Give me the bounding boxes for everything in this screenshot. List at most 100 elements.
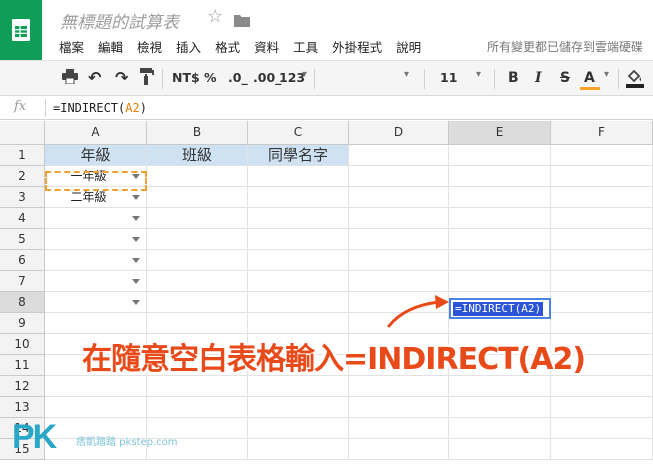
- cell-c1[interactable]: 同學名字: [248, 145, 349, 166]
- cell-c13[interactable]: [248, 397, 349, 418]
- font-family-dropdown[interactable]: ▾: [404, 69, 409, 80]
- cell-b7[interactable]: [147, 271, 248, 292]
- cell-e12[interactable]: [449, 376, 551, 397]
- dropdown-arrow-icon[interactable]: [132, 216, 140, 221]
- cell-c15[interactable]: [248, 439, 349, 460]
- row-header-8[interactable]: 8: [0, 292, 45, 313]
- row-header-3[interactable]: 3: [0, 187, 45, 208]
- cell-a2[interactable]: 一年級: [45, 166, 147, 187]
- italic-button[interactable]: I: [535, 70, 542, 86]
- cell-f6[interactable]: [551, 250, 653, 271]
- cell-d6[interactable]: [349, 250, 449, 271]
- dropdown-arrow-icon[interactable]: [132, 174, 140, 179]
- cell-c2[interactable]: [248, 166, 349, 187]
- cell-e7[interactable]: [449, 271, 551, 292]
- cell-c5[interactable]: [248, 229, 349, 250]
- cell-a6[interactable]: [45, 250, 147, 271]
- document-title[interactable]: 無標題的試算表: [60, 8, 179, 33]
- cell-f13[interactable]: [551, 397, 653, 418]
- active-cell-editor[interactable]: =INDIRECT(A2): [453, 302, 544, 316]
- row-header-1[interactable]: 1: [0, 145, 45, 166]
- cell-c12[interactable]: [248, 376, 349, 397]
- menu-edit[interactable]: 編輯: [98, 37, 123, 56]
- cell-f14[interactable]: [551, 418, 653, 439]
- percent-format-button[interactable]: %: [204, 70, 217, 85]
- cell-f1[interactable]: [551, 145, 653, 166]
- cell-d3[interactable]: [349, 187, 449, 208]
- chevron-down-icon[interactable]: ▾: [302, 69, 307, 80]
- column-header-e[interactable]: E: [449, 121, 551, 145]
- increase-decimal-button[interactable]: .00_: [253, 70, 281, 85]
- cell-c4[interactable]: [248, 208, 349, 229]
- folder-icon[interactable]: [234, 12, 250, 31]
- active-cell-e8[interactable]: =INDIRECT(A2): [449, 298, 551, 319]
- cell-c9[interactable]: [248, 313, 349, 334]
- cell-b12[interactable]: [147, 376, 248, 397]
- cell-d14[interactable]: [349, 418, 449, 439]
- column-header-b[interactable]: B: [147, 121, 248, 145]
- dropdown-arrow-icon[interactable]: [132, 300, 140, 305]
- cell-a13[interactable]: [45, 397, 147, 418]
- cell-e4[interactable]: [449, 208, 551, 229]
- paint-format-icon[interactable]: [140, 68, 154, 88]
- cell-a8[interactable]: [45, 292, 147, 313]
- redo-icon[interactable]: ↷: [115, 68, 128, 87]
- menu-format[interactable]: 格式: [215, 37, 240, 56]
- cell-f12[interactable]: [551, 376, 653, 397]
- cell-f3[interactable]: [551, 187, 653, 208]
- row-header-11[interactable]: 11: [0, 355, 45, 376]
- cell-e15[interactable]: [449, 439, 551, 460]
- cell-a7[interactable]: [45, 271, 147, 292]
- row-header-2[interactable]: 2: [0, 166, 45, 187]
- cell-b2[interactable]: [147, 166, 248, 187]
- print-icon[interactable]: [62, 69, 78, 87]
- cell-f15[interactable]: [551, 439, 653, 460]
- cell-a4[interactable]: [45, 208, 147, 229]
- save-status[interactable]: 所有變更都已儲存到雲端硬碟: [487, 38, 643, 55]
- fill-color-icon[interactable]: [626, 68, 644, 91]
- sheets-logo-icon[interactable]: [0, 0, 42, 60]
- cell-b1[interactable]: 班級: [147, 145, 248, 166]
- cell-b6[interactable]: [147, 250, 248, 271]
- cell-e1[interactable]: [449, 145, 551, 166]
- bold-button[interactable]: B: [508, 70, 519, 86]
- row-header-9[interactable]: 9: [0, 313, 45, 334]
- dropdown-arrow-icon[interactable]: [132, 279, 140, 284]
- cell-b5[interactable]: [147, 229, 248, 250]
- column-header-c[interactable]: C: [248, 121, 349, 145]
- column-header-f[interactable]: F: [551, 121, 653, 145]
- menu-tools[interactable]: 工具: [293, 37, 318, 56]
- cell-d1[interactable]: [349, 145, 449, 166]
- cell-e13[interactable]: [449, 397, 551, 418]
- decrease-decimal-button[interactable]: .0_: [228, 70, 248, 85]
- strikethrough-button[interactable]: S: [560, 70, 570, 86]
- cell-f9[interactable]: [551, 313, 653, 334]
- cell-d15[interactable]: [349, 439, 449, 460]
- cell-b3[interactable]: [147, 187, 248, 208]
- font-size-dropdown[interactable]: 11: [440, 70, 457, 85]
- cell-b13[interactable]: [147, 397, 248, 418]
- menu-insert[interactable]: 插入: [176, 37, 201, 56]
- cell-a1[interactable]: 年級: [45, 145, 147, 166]
- chevron-down-icon[interactable]: ▾: [604, 69, 609, 80]
- chevron-down-icon[interactable]: ▾: [476, 69, 481, 80]
- cell-c3[interactable]: [248, 187, 349, 208]
- dropdown-arrow-icon[interactable]: [132, 237, 140, 242]
- cell-d2[interactable]: [349, 166, 449, 187]
- menu-data[interactable]: 資料: [254, 37, 279, 56]
- row-header-10[interactable]: 10: [0, 334, 45, 355]
- cell-c6[interactable]: [248, 250, 349, 271]
- cell-d4[interactable]: [349, 208, 449, 229]
- column-header-d[interactable]: D: [349, 121, 449, 145]
- menu-file[interactable]: 檔案: [59, 37, 84, 56]
- cell-e14[interactable]: [449, 418, 551, 439]
- dropdown-arrow-icon[interactable]: [132, 195, 140, 200]
- cell-e5[interactable]: [449, 229, 551, 250]
- menu-help[interactable]: 說明: [396, 37, 421, 56]
- cell-e6[interactable]: [449, 250, 551, 271]
- cell-b9[interactable]: [147, 313, 248, 334]
- cell-e2[interactable]: [449, 166, 551, 187]
- formula-input[interactable]: =INDIRECT(A2): [53, 101, 147, 115]
- cell-f5[interactable]: [551, 229, 653, 250]
- cell-c8[interactable]: [248, 292, 349, 313]
